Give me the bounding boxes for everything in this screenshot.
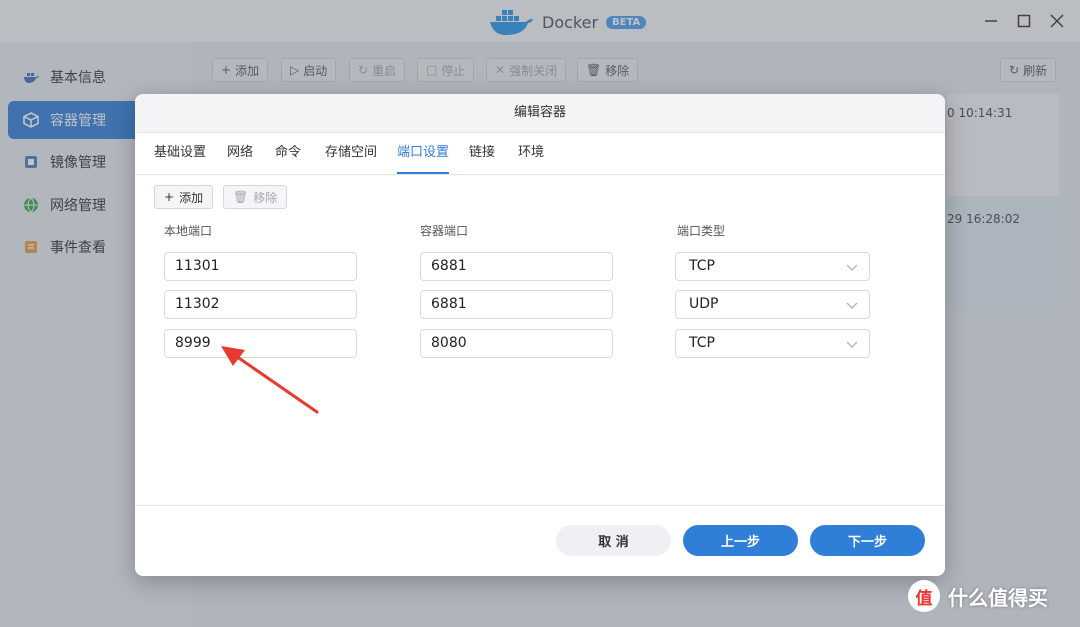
tab-links[interactable]: 链接 — [469, 132, 495, 174]
port-type-value: TCP — [689, 335, 715, 351]
port-type-select[interactable]: TCP — [675, 252, 870, 281]
cancel-button[interactable]: 取 消 — [556, 525, 671, 556]
watermark-logo-icon: 值 — [908, 580, 940, 612]
button-label: 添加 — [179, 190, 204, 205]
next-step-button[interactable]: 下一步 — [810, 525, 925, 556]
previous-step-button[interactable]: 上一步 — [683, 525, 798, 556]
tab-basic-settings[interactable]: 基础设置 — [154, 132, 206, 174]
tab-storage[interactable]: 存储空间 — [325, 132, 377, 174]
tab-network[interactable]: 网络 — [227, 132, 253, 174]
port-type-select[interactable]: TCP — [675, 329, 870, 358]
port-type-select[interactable]: UDP — [675, 290, 870, 319]
local-port-input[interactable]: 11301 — [164, 252, 357, 281]
annotation-arrow-icon — [221, 346, 319, 414]
edit-container-dialog: 编辑容器 基础设置 网络 命令 存储空间 端口设置 链接 环境 + 添加 🗑 移… — [135, 94, 945, 576]
port-type-value: TCP — [689, 258, 715, 274]
tab-environment[interactable]: 环境 — [518, 132, 544, 174]
container-port-header: 容器端口 — [420, 224, 469, 238]
tab-command[interactable]: 命令 — [275, 132, 301, 174]
dialog-title: 编辑容器 — [135, 94, 945, 133]
plus-icon: + — [164, 190, 175, 204]
container-port-input[interactable]: 6881 — [420, 290, 613, 319]
add-port-button[interactable]: + 添加 — [154, 185, 214, 209]
local-port-input[interactable]: 11302 — [164, 290, 357, 319]
tab-port-settings[interactable]: 端口设置 — [397, 132, 450, 174]
watermark-text: 什么值得买 — [948, 585, 1048, 610]
remove-port-button[interactable]: 🗑 移除 — [223, 185, 288, 209]
chevron-down-icon — [846, 341, 858, 348]
site-watermark: 值 什么值得买 — [908, 580, 1048, 612]
port-type-value: UDP — [689, 296, 719, 312]
chevron-down-icon — [846, 264, 858, 271]
dialog-tabs: 基础设置 网络 命令 存储空间 端口设置 链接 环境 — [135, 132, 945, 175]
local-port-header: 本地端口 — [164, 224, 213, 238]
button-label: 移除 — [253, 190, 278, 205]
container-port-input[interactable]: 6881 — [420, 252, 613, 281]
trash-icon: 🗑 — [233, 190, 249, 204]
container-port-input[interactable]: 8080 — [420, 329, 613, 358]
port-type-header: 端口类型 — [677, 224, 726, 238]
dialog-footer-divider — [135, 505, 945, 506]
chevron-down-icon — [846, 302, 858, 309]
